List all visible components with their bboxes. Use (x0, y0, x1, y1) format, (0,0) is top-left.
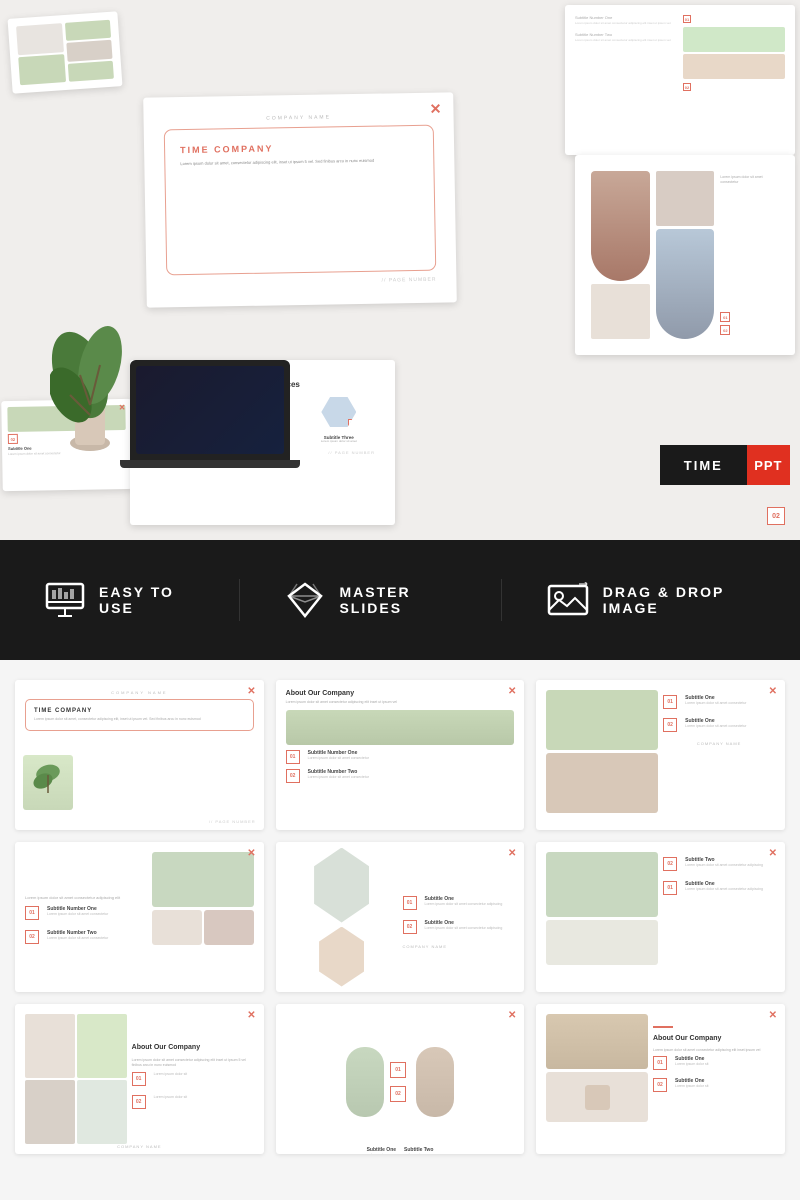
company-label-1: COMPANY NAME (25, 690, 254, 695)
badge-01-2: 01 (286, 750, 300, 764)
ppt-label: PPT (747, 445, 790, 485)
slide2-title: About Our Company (286, 690, 515, 697)
feature-label-master: MASTER SLIDES (339, 584, 455, 616)
slide-thumb-topright: Subtitle Number One Lorem ipsum dolor si… (565, 5, 795, 155)
grid-slide-8: ✕ 01 02 Subtitle One Lorem ipsum Subtitl… (276, 1004, 525, 1154)
badge-02-2: 02 (286, 769, 300, 783)
slide-thumb-bottomright: Lorem ipsum dolor sit amet consectetur 0… (575, 155, 795, 355)
feature-drag-drop: DRAG & DROP IMAGE (502, 579, 800, 621)
company-label: COMPANY NAME (164, 113, 434, 124)
feature-label-easy: EASY TO USE (99, 584, 194, 616)
image-icon (547, 579, 589, 621)
feature-easy-to-use: EASY TO USE (0, 579, 240, 621)
feature-master-slides: MASTER SLIDES (240, 579, 501, 621)
badge-01-3: 01 (663, 695, 677, 709)
close-icon-3: ✕ (769, 686, 777, 697)
shape-diamond-1 (314, 848, 369, 923)
slide1-body: Lorem ipsum dolor sit amet, consectetur … (34, 717, 245, 722)
num-badge-02: 02 (767, 507, 785, 525)
laptop-decoration (120, 360, 320, 480)
slide4-row2: 02 Subtitle Number Two Lorem ipsum dolor… (25, 930, 147, 944)
close-icon-1: ✕ (247, 686, 255, 697)
phone-shape-1 (346, 1047, 384, 1117)
company-label-3: COMPANY NAME (663, 741, 775, 746)
features-bar: EASY TO USE MASTER SLIDES (0, 540, 800, 660)
plant-decoration (50, 305, 130, 460)
page-number: // PAGE NUMBER (166, 277, 436, 288)
preview-collage: ✕ COMPANY NAME TIME COMPANY Lorem ipsum … (0, 0, 800, 540)
slide1-title: TIME COMPANY (34, 708, 245, 714)
grid-slide-6: ✕ 02 Subtitle Two Lorem ipsum dolor sit … (536, 842, 785, 992)
badge-02-3: 02 (663, 718, 677, 732)
close-icon: ✕ (430, 101, 442, 118)
shape-diamond-2 (319, 927, 364, 987)
slide2-row2: 02 Subtitle Number Two Lorem ipsum dolor… (286, 769, 515, 783)
warm-img-9a (546, 1014, 648, 1069)
page-num-1: // PAGE NUMBER (209, 819, 256, 824)
slide-body: Lorem ipsum dolor sit amet, consectetur … (180, 157, 418, 167)
slide3-row1: 01 Subtitle One Lorem ipsum dolor sit am… (663, 695, 775, 709)
shape-img-6b (546, 920, 658, 965)
plant-img-6a (546, 852, 658, 917)
feature-label-drag: DRAG & DROP IMAGE (603, 584, 755, 616)
phone-shape-2 (416, 1047, 454, 1117)
close-icon-2: ✕ (508, 686, 516, 697)
grid-slides-section: ✕ COMPANY NAME TIME COMPANY Lorem ipsum … (0, 660, 800, 1174)
grid-slide-4: ✕ Lorem ipsum dolor sit amet consectetur… (15, 842, 264, 992)
slide4-row1: 01 Subtitle Number One Lorem ipsum dolor… (25, 906, 147, 920)
warm-img-9b (546, 1072, 648, 1122)
monitor-icon (45, 579, 85, 621)
plant-img-2 (286, 710, 515, 745)
grid-slide-9: ✕ About Our Company Lorem ipsum dolor si… (536, 1004, 785, 1154)
slide2-row1: 01 Subtitle Number One Lorem ipsum dolor… (286, 750, 515, 764)
plant-img-3b (546, 753, 658, 813)
plant-img-3a (546, 690, 658, 750)
time-label: TIME (660, 445, 747, 485)
time-ppt-badge: TIME PPT (660, 445, 790, 485)
grid-slide-3: ✕ 01 Subtitle One Lorem ipsum dolor sit … (536, 680, 785, 830)
slide-title: TIME COMPANY (180, 141, 418, 155)
plant-img-1 (23, 755, 73, 810)
grid-slide-2: ✕ About Our Company Lorem ipsum dolor si… (276, 680, 525, 830)
grid-slide-7: ✕ About Our Company Lorem ipsum dolor si… (15, 1004, 264, 1154)
slide-thumb-topleft (8, 11, 123, 93)
slide2-body: Lorem ipsum dolor sit amet consectetur a… (286, 700, 515, 705)
grid-slide-5: ✕ 01 Subtitle One Lorem ipsum dolor sit … (276, 842, 525, 992)
plant-img-4a (152, 852, 254, 907)
slide3-row2: 02 Subtitle One Lorem ipsum dolor sit am… (663, 718, 775, 732)
diamond-icon (285, 579, 325, 621)
slide-thumb-main: ✕ COMPANY NAME TIME COMPANY Lorem ipsum … (143, 92, 457, 307)
grid-slide-1: ✕ COMPANY NAME TIME COMPANY Lorem ipsum … (15, 680, 264, 830)
